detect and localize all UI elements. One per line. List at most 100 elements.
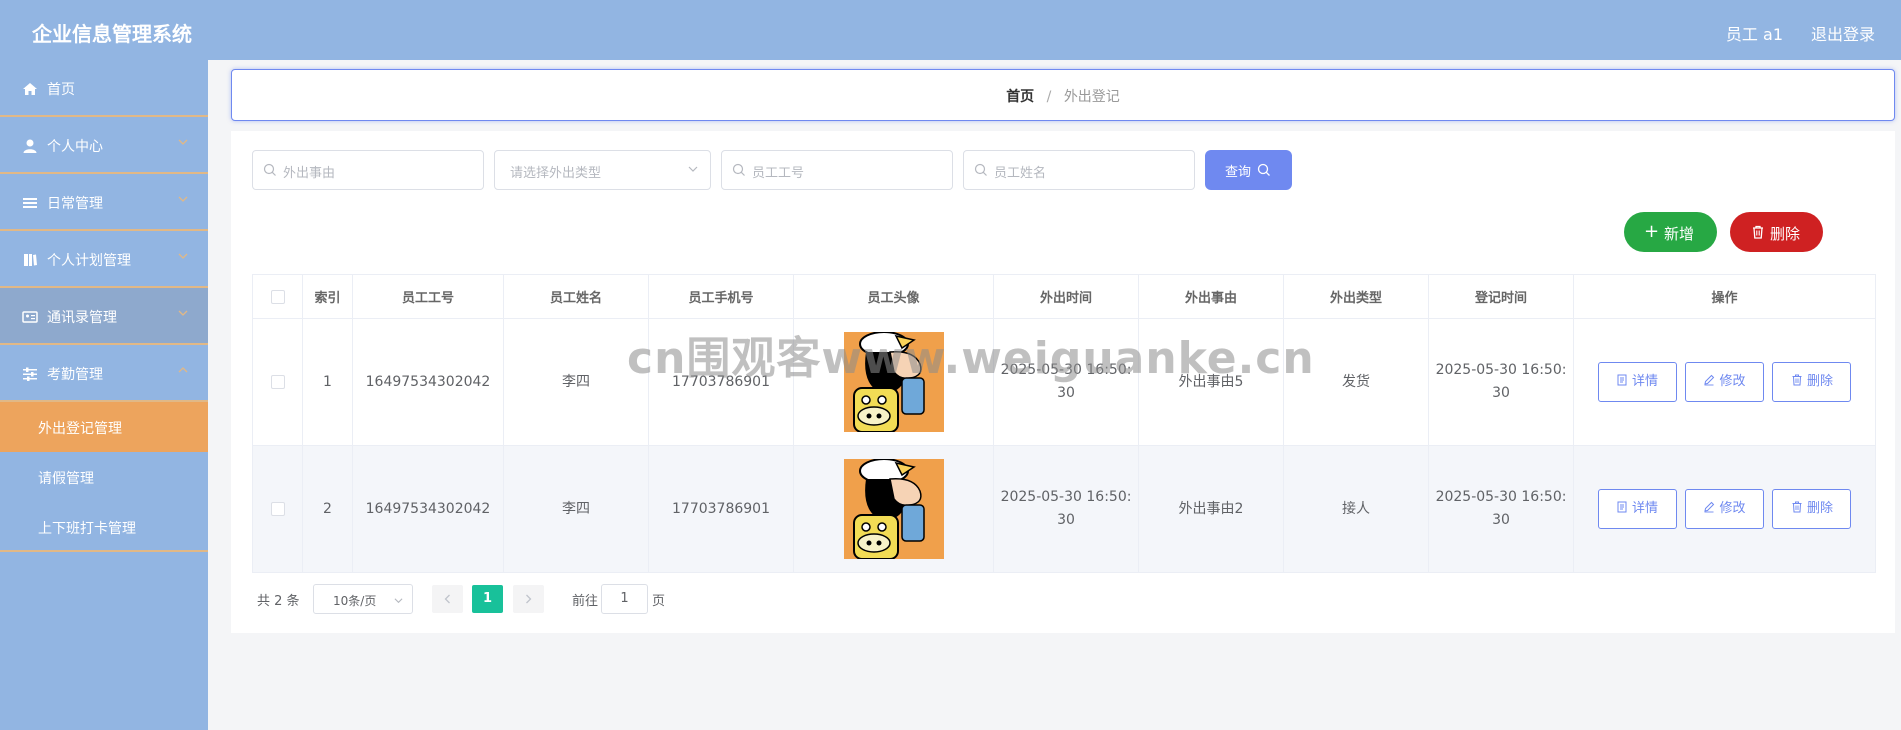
sidebar-subitem-outing[interactable]: 外出登记管理 (0, 402, 208, 452)
delete-label: 删除 (1806, 374, 1833, 389)
phone-cell: 17703786901 (648, 318, 794, 446)
column-header: 登记时间 (1428, 274, 1574, 319)
avatar-cell (793, 318, 994, 446)
sidebar-item-home[interactable]: 首页 (0, 60, 208, 117)
sidebar-subitem-clock-in[interactable]: 上下班打卡管理 (0, 502, 208, 552)
page-size-value: 10条/页 (333, 594, 377, 608)
edit-button[interactable]: 修改 (1685, 362, 1764, 402)
breadcrumb-current: 外出登记 (1063, 89, 1120, 105)
sidebar-subitem-label: 外出登记管理 (38, 421, 122, 437)
actions-cell: 详情 修改 删除 (1573, 445, 1876, 573)
top-header: 企业信息管理系统 员工 a1 退出登录 (0, 0, 1901, 60)
select-all-checkbox[interactable] (270, 289, 285, 304)
employee-avatar[interactable] (843, 459, 944, 559)
batch-delete-label: 删除 (1770, 225, 1801, 243)
outing-time-line: 30 (1057, 385, 1075, 401)
sidebar-item-label: 个人中心 (47, 139, 103, 155)
column-header: 员工头像 (793, 274, 994, 319)
detail-button[interactable]: 详情 (1597, 489, 1677, 529)
employee-name-search-input[interactable]: 员工姓名 (963, 150, 1195, 190)
table-header-row: 索引 员工工号 员工姓名 员工手机号 员工头像 外出时间 外出事由 外出类型 登… (252, 274, 1876, 319)
search-icon (732, 163, 745, 176)
sidebar-item-label: 日常管理 (47, 196, 103, 212)
pagination-total: 共 2 条 (257, 594, 300, 609)
employee-no-search-input[interactable]: 员工工号 (721, 150, 953, 190)
page-size-select[interactable]: 10条/页 (313, 584, 413, 614)
add-button-label: 新增 (1664, 225, 1695, 243)
column-header: 外出事由 (1138, 274, 1284, 319)
row-checkbox[interactable] (270, 374, 285, 389)
column-header: 操作 (1573, 274, 1876, 319)
sidebar-item-label: 首页 (47, 82, 75, 98)
edit-icon (1704, 501, 1715, 513)
document-icon (1617, 501, 1627, 513)
delete-button[interactable]: 删除 (1772, 362, 1852, 402)
sidebar: 首页 个人中心 日常管理 个人计划管理 通讯录管理 考勤管理 外出登记管理 请假… (0, 60, 208, 730)
row-select-cell (252, 445, 303, 573)
page-number-current[interactable]: 1 (472, 585, 503, 613)
goto-suffix: 页 (652, 594, 666, 609)
register-time-cell: 2025-05-30 16:50: 30 (1428, 445, 1574, 573)
table-row: 1 16497534302042 李四 17703786901 2025-05-… (252, 318, 1876, 446)
edit-label: 修改 (1719, 374, 1746, 389)
search-icon (263, 163, 276, 176)
column-header: 员工手机号 (648, 274, 794, 319)
sidebar-item-personal-center[interactable]: 个人中心 (0, 117, 208, 174)
next-page-button[interactable] (513, 585, 544, 613)
chevron-right-icon (526, 594, 532, 604)
home-icon (23, 83, 37, 95)
logout-link[interactable]: 退出登录 (1811, 21, 1875, 45)
chevron-up-icon (178, 367, 188, 373)
prev-page-button[interactable] (432, 585, 463, 613)
user-icon (23, 139, 37, 153)
app-title: 企业信息管理系统 (32, 22, 192, 46)
chevron-down-icon (178, 196, 188, 202)
outing-type-select[interactable]: 请选择外出类型 (494, 150, 711, 190)
row-checkbox[interactable] (270, 501, 285, 516)
batch-delete-button[interactable]: 删除 (1730, 212, 1823, 252)
trash-icon (1753, 225, 1763, 239)
detail-button[interactable]: 详情 (1597, 362, 1677, 402)
reason-search-input[interactable]: 外出事由 (252, 150, 484, 190)
goto-prefix: 前往 (572, 594, 599, 609)
query-button[interactable]: 查询 (1205, 150, 1292, 190)
sidebar-item-label: 通讯录管理 (47, 310, 117, 326)
detail-label: 详情 (1632, 501, 1659, 516)
employee-avatar[interactable] (843, 332, 944, 432)
register-time-line: 2025-05-30 16:50: (1435, 489, 1567, 505)
plus-icon: + (1644, 221, 1660, 242)
table-row: 2 16497534302042 李四 17703786901 2025-05-… (252, 445, 1876, 573)
add-button[interactable]: + 新增 (1624, 212, 1717, 252)
outing-time-cell: 2025-05-30 16:50: 30 (993, 445, 1139, 573)
chevron-down-icon (178, 310, 188, 316)
sidebar-item-contacts[interactable]: 通讯录管理 (0, 288, 208, 345)
sidebar-item-plan[interactable]: 个人计划管理 (0, 231, 208, 288)
sidebar-item-daily[interactable]: 日常管理 (0, 174, 208, 231)
avatar-cell (793, 445, 994, 573)
chevron-left-icon (444, 594, 450, 604)
current-user-label: 员工 a1 (1725, 25, 1783, 44)
breadcrumb-home[interactable]: 首页 (1006, 89, 1034, 105)
reason-placeholder: 外出事由 (283, 166, 336, 181)
actions-cell: 详情 修改 删除 (1573, 318, 1876, 446)
outing-time-cell: 2025-05-30 16:50: 30 (993, 318, 1139, 446)
index-cell: 2 (302, 445, 353, 573)
register-time-line: 30 (1492, 385, 1510, 401)
outing-time-line: 2025-05-30 16:50: (1000, 362, 1132, 378)
sidebar-subitem-label: 上下班打卡管理 (38, 521, 136, 537)
sidebar-subitem-leave[interactable]: 请假管理 (0, 452, 208, 502)
employee-no-placeholder: 员工工号 (752, 166, 805, 181)
goto-page-input[interactable]: 1 (601, 584, 648, 614)
employee-name-cell: 李四 (503, 445, 649, 573)
list-icon (23, 198, 37, 208)
chevron-down-icon (688, 166, 698, 172)
sidebar-item-attendance[interactable]: 考勤管理 (0, 345, 208, 402)
register-time-cell: 2025-05-30 16:50: 30 (1428, 318, 1574, 446)
column-header: 员工工号 (352, 274, 504, 319)
outing-time-line: 2025-05-30 16:50: (1000, 489, 1132, 505)
reason-cell: 外出事由2 (1138, 445, 1284, 573)
reason-cell: 外出事由5 (1138, 318, 1284, 446)
column-header: 索引 (302, 274, 353, 319)
edit-button[interactable]: 修改 (1685, 489, 1764, 529)
delete-button[interactable]: 删除 (1772, 489, 1852, 529)
